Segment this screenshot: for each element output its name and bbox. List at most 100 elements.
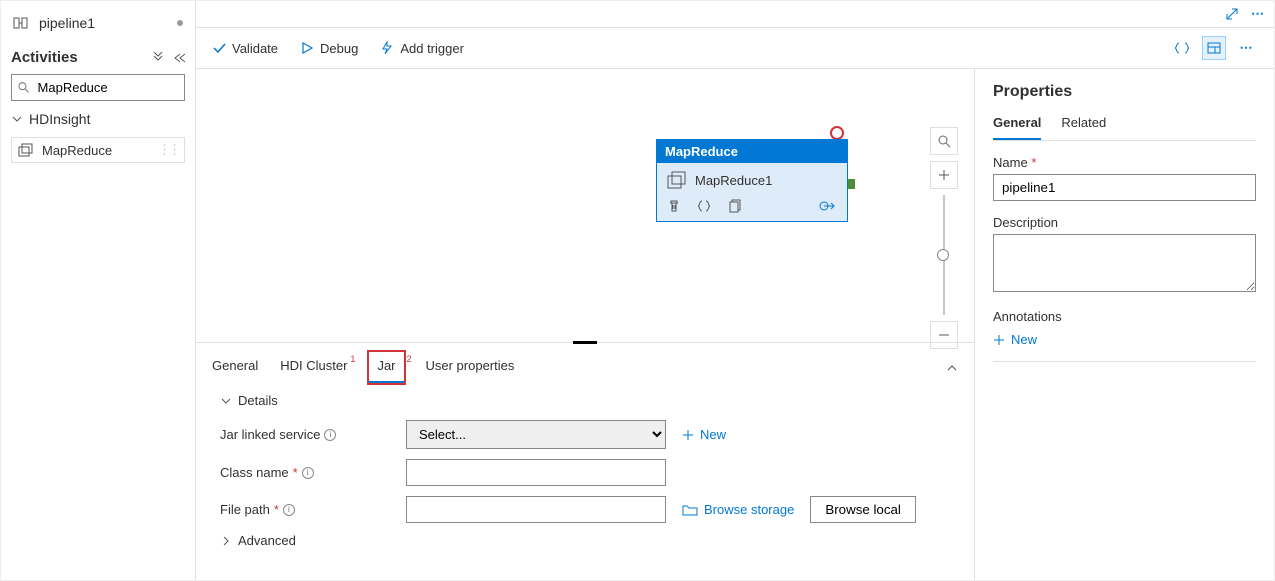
collapse-all-icon[interactable]	[151, 52, 165, 64]
prop-name-label: Name	[993, 155, 1028, 170]
mapreduce-icon	[18, 143, 34, 157]
node-header: MapReduce	[657, 140, 847, 163]
zoom-thumb[interactable]	[937, 249, 949, 261]
panel-resize-handle[interactable]	[573, 341, 597, 344]
check-icon	[212, 41, 226, 55]
properties-icon	[1206, 41, 1222, 55]
folder-icon	[682, 504, 698, 516]
browse-local-button[interactable]: Browse local	[810, 496, 916, 523]
main-area: ⋯ Validate Debug Add trigger	[196, 1, 1274, 580]
advanced-label: Advanced	[238, 533, 296, 548]
zoom-in-button[interactable]	[930, 161, 958, 189]
plus-icon	[938, 169, 950, 181]
node-code-button[interactable]	[697, 199, 711, 213]
node-output-button[interactable]	[819, 200, 837, 212]
more-icon[interactable]: ⋯	[1251, 6, 1264, 22]
activities-sidebar: pipeline1 Activities HDInsight MapR	[1, 1, 196, 580]
panel-collapse-button[interactable]	[946, 362, 958, 374]
properties-tab-general[interactable]: General	[993, 115, 1041, 140]
file-path-label: File path	[220, 502, 270, 517]
zoom-control	[930, 127, 958, 349]
search-icon	[18, 81, 30, 94]
debug-label: Debug	[320, 41, 358, 56]
zoom-track[interactable]	[943, 195, 945, 315]
copy-node-button[interactable]	[727, 199, 741, 213]
hide-panel-icon[interactable]	[171, 52, 185, 64]
jar-linked-service-select[interactable]: Select...	[406, 420, 666, 449]
validate-label: Validate	[232, 41, 278, 56]
properties-title: Properties	[993, 83, 1256, 101]
jar-badge: 2	[406, 354, 411, 364]
tab-user-properties[interactable]: User properties	[426, 352, 515, 383]
add-trigger-label: Add trigger	[400, 41, 464, 56]
zoom-search-button[interactable]	[930, 127, 958, 155]
minus-icon	[938, 329, 950, 341]
braces-icon	[1174, 41, 1190, 55]
required-icon: *	[274, 502, 279, 517]
braces-icon	[697, 199, 711, 213]
code-view-button[interactable]	[1170, 36, 1194, 60]
output-port[interactable]	[848, 179, 855, 189]
advanced-section-toggle[interactable]: Advanced	[220, 533, 950, 548]
class-name-input[interactable]	[406, 459, 666, 486]
activities-search[interactable]	[11, 74, 185, 101]
tab-hdi-cluster[interactable]: HDI Cluster1	[280, 352, 347, 383]
details-section-toggle[interactable]: Details	[220, 393, 950, 408]
chevron-down-icon	[220, 395, 232, 407]
drag-grip-icon: ⋮⋮	[158, 142, 178, 158]
toolbar-more-button[interactable]: ⋯	[1234, 36, 1258, 60]
output-arrow-icon	[819, 200, 837, 212]
node-name: MapReduce1	[695, 173, 772, 188]
browse-storage-button[interactable]: Browse storage	[682, 502, 794, 517]
required-icon: *	[293, 465, 298, 480]
annotation-new-button[interactable]: New	[993, 332, 1256, 347]
pipeline-tab-label: pipeline1	[39, 15, 95, 31]
properties-button[interactable]	[1202, 36, 1226, 60]
mapreduce-node-icon	[667, 171, 687, 189]
plus-icon	[993, 334, 1005, 346]
delete-node-button[interactable]	[667, 199, 681, 213]
pipeline-tab[interactable]: pipeline1	[11, 9, 185, 37]
activities-search-input[interactable]	[36, 79, 178, 96]
properties-tab-related[interactable]: Related	[1061, 115, 1106, 140]
chevron-down-icon	[11, 113, 23, 125]
file-path-input[interactable]	[406, 496, 666, 523]
add-trigger-button[interactable]: Add trigger	[380, 41, 464, 56]
info-icon[interactable]: i	[324, 429, 336, 441]
tab-general[interactable]: General	[212, 352, 258, 383]
prop-description-textarea[interactable]	[993, 234, 1256, 292]
activities-title: Activities	[11, 49, 78, 66]
new-linked-service-button[interactable]: New	[682, 427, 726, 442]
tab-jar[interactable]: Jar2	[369, 352, 403, 383]
validation-error-indicator-icon	[830, 126, 844, 140]
plus-icon	[682, 429, 694, 441]
trigger-icon	[380, 41, 394, 55]
details-label: Details	[238, 393, 278, 408]
activity-mapreduce[interactable]: MapReduce ⋮⋮	[11, 137, 185, 163]
info-icon[interactable]: i	[302, 467, 314, 479]
pipeline-toolbar: Validate Debug Add trigger ⋯	[196, 27, 1274, 69]
pipeline-canvas[interactable]: MapReduce MapReduce1	[196, 69, 974, 580]
bottom-panel: General HDI Cluster1 Jar2 User propertie…	[196, 342, 974, 580]
mapreduce-node[interactable]: MapReduce MapReduce1	[656, 139, 848, 222]
expand-icon[interactable]	[1225, 7, 1239, 21]
jar-linked-service-label: Jar linked service	[220, 427, 320, 442]
annotation-new-label: New	[1011, 332, 1037, 347]
pipeline-icon	[13, 16, 31, 30]
properties-panel: Properties General Related Name * Descri…	[974, 69, 1274, 580]
class-name-label: Class name	[220, 465, 289, 480]
hdi-badge: 1	[350, 354, 355, 364]
activity-label: MapReduce	[42, 143, 112, 158]
chevron-up-icon	[946, 362, 958, 374]
prop-name-input[interactable]	[993, 174, 1256, 201]
chevron-right-icon	[220, 535, 232, 547]
debug-button[interactable]: Debug	[300, 41, 358, 56]
unsaved-indicator-icon	[177, 20, 183, 26]
required-icon: *	[1031, 155, 1036, 170]
copy-icon	[727, 199, 741, 213]
search-icon	[938, 135, 951, 148]
play-icon	[300, 41, 314, 55]
category-hdinsight[interactable]: HDInsight	[11, 111, 185, 127]
info-icon[interactable]: i	[283, 504, 295, 516]
validate-button[interactable]: Validate	[212, 41, 278, 56]
